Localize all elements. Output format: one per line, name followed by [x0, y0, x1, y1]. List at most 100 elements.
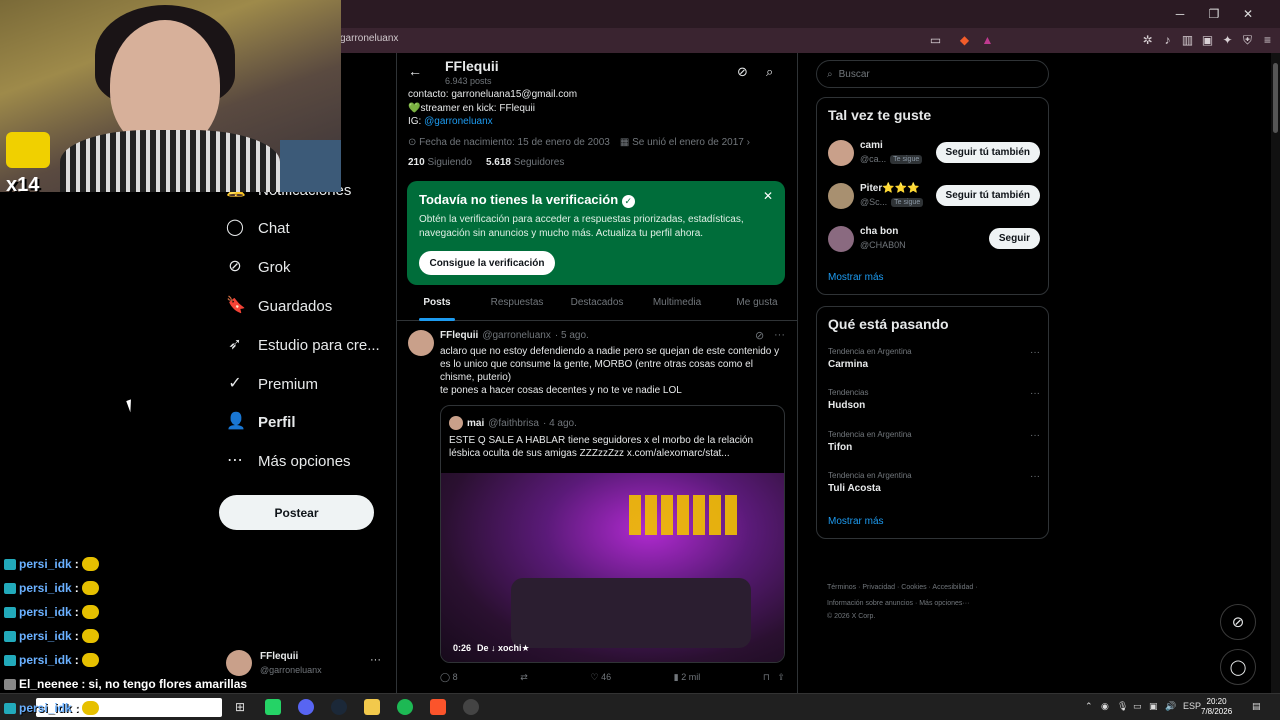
quoted-tweet[interactable]: mai @faithbrisa · 4 ago. ESTE Q SALE A H… [440, 405, 785, 663]
search-box[interactable]: ⌕ Buscar [816, 60, 1049, 88]
obs-icon[interactable] [463, 699, 479, 715]
chat-user: persi_idk [19, 557, 72, 571]
bio-prefix: IG: [408, 116, 425, 127]
avatar [828, 140, 854, 166]
close-window-icon[interactable]: ✕ [1240, 6, 1256, 22]
nav-label: Premium [258, 375, 319, 393]
get-verified-button[interactable]: Consigue la verificación [419, 251, 555, 275]
clock[interactable]: 20:20 7/8/2026 [1201, 697, 1232, 717]
tab-replies[interactable]: Respuestas [477, 289, 557, 320]
suggestion-item[interactable]: cami @ca... Te sigue Seguir tú también [828, 138, 1040, 168]
whatsapp-icon[interactable] [265, 699, 281, 715]
chat-message: persi_idk: [4, 701, 99, 715]
tweet-handle[interactable]: @garroneluanx [482, 330, 551, 341]
follow-button[interactable]: Seguir [988, 228, 1040, 249]
nav-chat[interactable]: ◯ Chat [226, 213, 290, 243]
discord-icon[interactable] [298, 699, 314, 715]
footer-line[interactable]: Información sobre anuncios · Más opcione… [827, 596, 1042, 612]
following-link[interactable]: 210 Siguiendo [408, 157, 472, 168]
folder-icon[interactable] [364, 699, 380, 715]
video-player[interactable]: 0:26 De ↓ xochi★ [441, 473, 784, 662]
messages-fab[interactable]: ◯ [1220, 649, 1256, 685]
show-more-link[interactable]: Mostrar más [828, 272, 884, 283]
bookmark-button[interactable]: ⊓ ⇪ [763, 672, 785, 683]
leo-icon[interactable]: ✦ [1220, 33, 1235, 48]
close-icon[interactable]: ✕ [763, 189, 773, 203]
tweet-time[interactable]: · 5 ago. [555, 330, 589, 341]
nav-creator-studio[interactable]: ➶ Estudio para cre... [226, 330, 379, 360]
reply-button[interactable]: ◯ 8 [440, 672, 458, 683]
maximize-icon[interactable]: ❐ [1206, 6, 1222, 22]
trend-item[interactable]: Tendencia en Argentina Tuli Acosta ··· [828, 471, 1040, 494]
extensions-icon[interactable]: ✲ [1140, 33, 1155, 48]
nav-bookmarks[interactable]: 🔖 Guardados [226, 291, 332, 321]
notification-icon[interactable]: ▤ [1252, 701, 1261, 712]
back-arrow-icon[interactable]: ← [408, 63, 422, 79]
nav-label: Chat [258, 219, 290, 237]
tab-posts[interactable]: Posts [397, 289, 477, 321]
tweet-author[interactable]: FFlequii [440, 330, 478, 341]
more-icon[interactable]: ··· [774, 329, 785, 341]
brave-icon[interactable] [430, 699, 446, 715]
tray-app-icon[interactable]: ◉ [1101, 701, 1109, 712]
more-icon[interactable]: ··· [1030, 388, 1040, 399]
more-icon[interactable]: ··· [1030, 347, 1040, 358]
trend-item[interactable]: Tendencia en Argentina Carmina ··· [828, 347, 1040, 370]
nav-profile[interactable]: 👤 Perfil [226, 407, 296, 437]
nav-grok[interactable]: ⊘ Grok [226, 252, 290, 282]
spotify-icon[interactable] [397, 699, 413, 715]
search-icon[interactable]: ⌕ [766, 64, 773, 80]
language-indicator[interactable]: ESP [1183, 701, 1201, 711]
chevron-up-icon[interactable]: ⌃ [1085, 701, 1093, 712]
menu-icon[interactable]: ≡ [1260, 33, 1275, 48]
retweet-button[interactable]: ⇄ [520, 672, 528, 683]
grok-icon[interactable]: ⊘ [737, 64, 748, 80]
grok-icon[interactable]: ⊘ [755, 329, 764, 342]
vpn-icon[interactable]: ⛨ [1240, 33, 1255, 48]
music-icon[interactable]: ♪ [1160, 33, 1175, 48]
task-view-icon[interactable]: ⊞ [232, 699, 248, 715]
followers-link[interactable]: 5.618 Seguidores [486, 157, 564, 168]
minimize-icon[interactable]: ─ [1172, 6, 1188, 22]
more-icon[interactable]: ··· [1030, 430, 1040, 441]
tab-highlights[interactable]: Destacados [557, 289, 637, 320]
ig-link[interactable]: @garroneluanx [424, 116, 493, 127]
avatar[interactable] [408, 330, 434, 356]
footer-line[interactable]: Términos · Privacidad · Cookies · Accesi… [827, 580, 1042, 596]
network-icon[interactable]: ▭ [1133, 701, 1142, 712]
display-icon[interactable]: ▣ [1149, 701, 1158, 712]
url-text[interactable]: garroneluanx [340, 33, 398, 44]
suggestion-item[interactable]: cha bon @CHAB0N Seguir [828, 224, 1040, 254]
like-button[interactable]: ♡ 46 [590, 672, 611, 683]
tab-likes[interactable]: Me gusta [717, 289, 797, 320]
nav-premium[interactable]: ✓ Premium [226, 369, 318, 399]
volume-icon[interactable]: 🔊 [1165, 701, 1176, 712]
bio-line: IG: @garroneluanx [408, 116, 493, 127]
microphone-icon[interactable]: 🎙 [1117, 701, 1128, 712]
brave-shield-icon[interactable]: ◆ [957, 33, 972, 48]
show-more-link[interactable]: Mostrar más [828, 516, 884, 527]
grok-fab[interactable]: ⊘ [1220, 604, 1256, 640]
screen-icon[interactable]: ▭ [928, 33, 943, 48]
views-button[interactable]: ▮ 2 mil [674, 672, 700, 683]
scrollbar-thumb[interactable] [1273, 63, 1278, 133]
wallet-icon[interactable]: ▣ [1200, 33, 1215, 48]
steam-icon[interactable] [331, 699, 347, 715]
post-button[interactable]: Postear [219, 495, 374, 530]
brave-rewards-icon[interactable]: ▲ [980, 33, 995, 48]
follow-button[interactable]: Seguir tú también [935, 142, 1040, 163]
video-info: 0:26 De ↓ xochi★ [453, 643, 530, 654]
tab-media[interactable]: Multimedia [637, 289, 717, 320]
sidebar-icon[interactable]: ▥ [1180, 33, 1195, 48]
more-icon[interactable]: ··· [1030, 471, 1040, 482]
profile-tabs: Posts Respuestas Destacados Multimedia M… [397, 289, 797, 321]
scrollbar[interactable] [1271, 53, 1280, 693]
trend-item[interactable]: Tendencia en Argentina Tifon ··· [828, 430, 1040, 453]
more-icon[interactable]: ··· [370, 654, 381, 666]
trend-item[interactable]: Tendencias Hudson ··· [828, 388, 1040, 411]
joined-date[interactable]: ▦ Se unió el enero de 2017 › [620, 137, 750, 148]
follow-button[interactable]: Seguir tú también [935, 185, 1040, 206]
account-switcher[interactable]: FFlequii @garroneluanx ··· [226, 650, 386, 680]
nav-more-options[interactable]: ⋯ Más opciones [226, 446, 351, 476]
suggestion-item[interactable]: Piter⭐⭐⭐ @Sc... Te sigue Seguir tú tambié… [828, 181, 1040, 211]
